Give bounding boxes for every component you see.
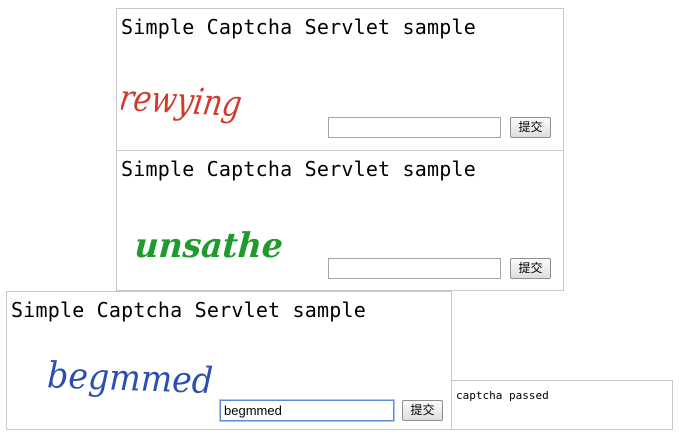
captcha-form-2: Simple Captcha Servlet sample unsathe 提交	[116, 150, 564, 291]
submit-button[interactable]: 提交	[402, 400, 443, 421]
captcha-image: rewying	[121, 77, 245, 125]
captcha-answer-input[interactable]	[328, 117, 501, 138]
captcha-answer-input[interactable]	[328, 258, 501, 279]
page-title: Simple Captcha Servlet sample	[121, 157, 476, 181]
captcha-form-3: Simple Captcha Servlet sample begmmed 提交	[6, 291, 452, 430]
page-title: Simple Captcha Servlet sample	[121, 15, 476, 39]
submit-button[interactable]: 提交	[510, 117, 551, 138]
page-title: Simple Captcha Servlet sample	[11, 298, 366, 322]
submit-button[interactable]: 提交	[510, 258, 551, 279]
captcha-image: unsathe	[135, 226, 284, 266]
result-frame: captcha passed	[451, 380, 673, 430]
captcha-image: begmmed	[46, 355, 213, 402]
captcha-answer-input[interactable]	[220, 400, 394, 421]
captcha-text: unsathe	[135, 226, 284, 266]
captcha-text: rewying	[121, 77, 245, 125]
captcha-form-1: Simple Captcha Servlet sample rewying 提交	[116, 8, 564, 151]
result-message: captcha passed	[456, 389, 549, 402]
captcha-text: begmmed	[46, 355, 213, 402]
